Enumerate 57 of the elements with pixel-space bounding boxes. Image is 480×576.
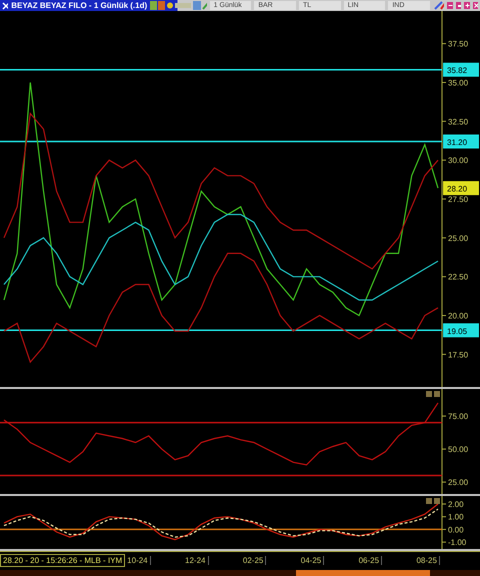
maximize-icon[interactable]	[464, 2, 470, 9]
y-tick-label: 30.00	[448, 156, 469, 166]
pencil-icon[interactable]	[433, 1, 444, 10]
axis-tick-label: 50.00	[442, 445, 468, 454]
status-text: 28.20 - 20 - 15:26:26 - MLB - IYM	[0, 554, 126, 566]
panel-buttons-drawing[interactable]	[426, 498, 440, 504]
y-tick-label: 75.00	[448, 412, 469, 422]
axis-tick-label: 37.50	[442, 40, 468, 49]
axis-tick-label: 27.50	[442, 195, 468, 204]
y-tick-label: 0.00	[448, 525, 464, 534]
toolbar-icons-drawing[interactable]	[150, 1, 207, 10]
ref-line-label: 19.05	[447, 326, 468, 336]
y-tick-label: 37.50	[448, 40, 469, 49]
axis-tick-label: 32.50	[442, 117, 468, 126]
y-tick-label: 35.00	[448, 78, 469, 88]
axis-tick-label: 30.00	[442, 156, 468, 166]
y-tick-label: 17.50	[448, 350, 469, 360]
date-label: 10-24	[127, 556, 151, 564]
current-price-label: 28.20	[443, 181, 479, 196]
axis-tick-label: 75.00	[442, 412, 468, 422]
window-title: BEYAZ BEYAZ FILO - 1 Günlük (.1d)	[11, 1, 148, 10]
y-tick-label: -1.00	[448, 538, 467, 548]
y-tick-label: 20.00	[448, 312, 469, 321]
panel-buttons-drawing[interactable]	[426, 391, 440, 397]
y-tick-label: 50.00	[448, 445, 469, 454]
axis-tick-label: -1.00	[442, 538, 466, 548]
axis-tick-label: 1.00	[442, 512, 464, 522]
y-tick-label: 27.50	[448, 195, 469, 204]
y-tick-label: 25.00	[448, 478, 469, 488]
axis-tick-label: 20.00	[442, 312, 468, 321]
minimize-icon[interactable]	[447, 2, 453, 9]
price-level-label: 35.82	[443, 62, 479, 77]
restore-icon[interactable]	[456, 2, 462, 9]
ref-line-label: 35.82	[447, 66, 468, 76]
y-tick-label: 22.50	[448, 272, 469, 282]
axis-tick-label: 25.00	[442, 478, 468, 488]
axis-tick-label: 35.00	[442, 78, 468, 88]
scrollbar-thumb[interactable]	[296, 570, 430, 576]
date-label: 12-24	[185, 556, 208, 564]
y-tick-label: 25.00	[448, 234, 469, 243]
close-icon[interactable]	[472, 2, 478, 9]
price-level-label: 31.20	[443, 134, 479, 148]
price-level-label: 19.05	[443, 323, 479, 338]
axis-tick-label: 25.00	[442, 234, 468, 243]
date-label: 08-25	[416, 556, 440, 564]
axis-tick-label: 17.50	[442, 350, 468, 360]
axis-tick-label: 2.00	[442, 500, 464, 509]
y-tick-label: 2.00	[448, 500, 464, 510]
close-icon[interactable]	[2, 2, 8, 10]
axis-tick-label: 0.00	[442, 525, 464, 534]
date-label: 06-25	[358, 556, 382, 564]
ref-line-label: 31.20	[447, 138, 468, 148]
date-label: 04-25	[300, 556, 324, 564]
date-label: 02-25	[242, 556, 266, 564]
y-tick-label: 32.50	[448, 117, 469, 126]
y-tick-label: 1.00	[448, 512, 464, 522]
axis-tick-label: 22.50	[442, 272, 468, 282]
